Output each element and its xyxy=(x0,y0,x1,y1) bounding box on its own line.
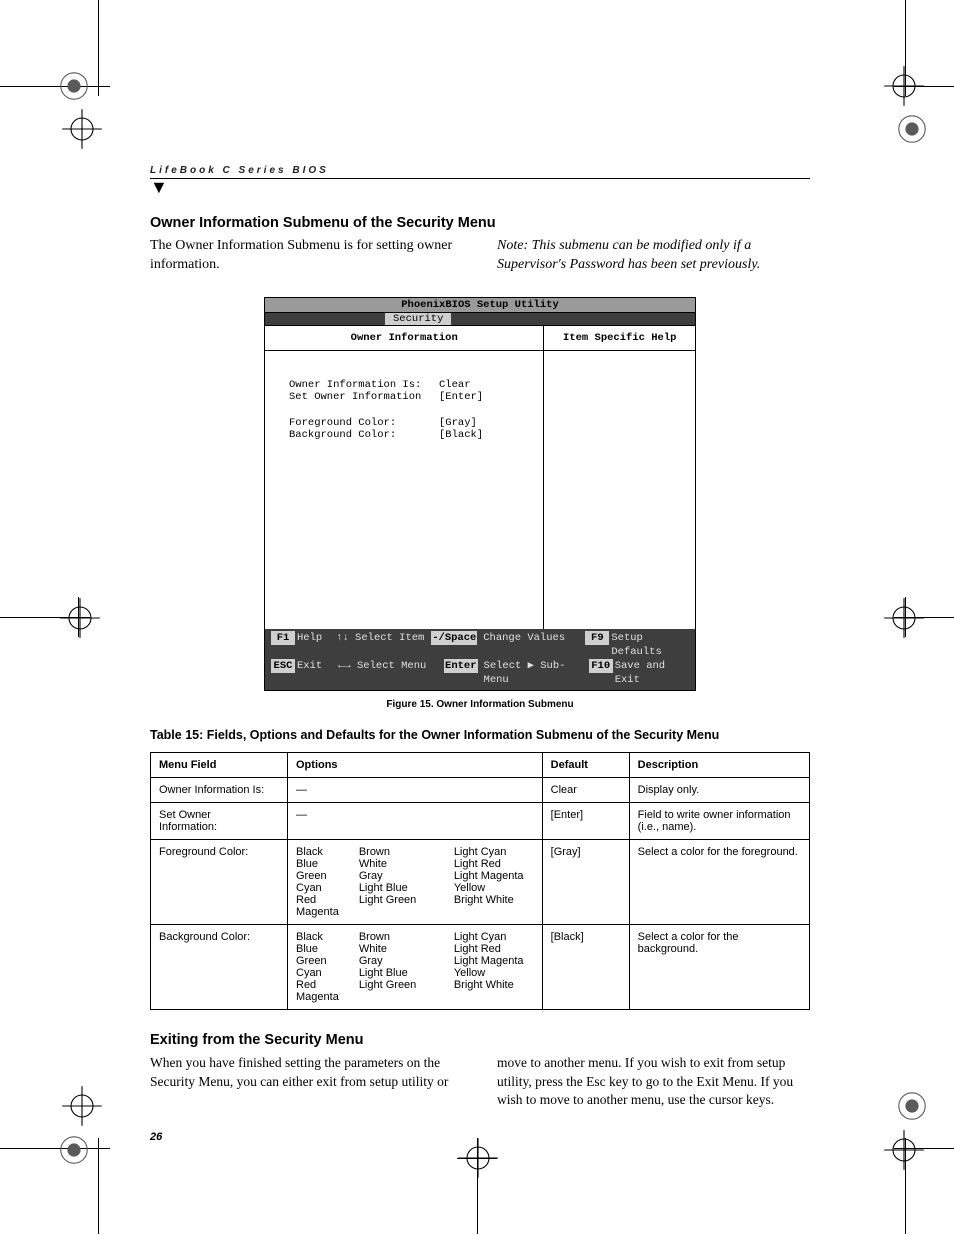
opts-col-b: Brown White Gray Light Blue Light Green xyxy=(359,931,416,1003)
opts-col-a: Black Blue Green Cyan Red Magenta xyxy=(296,931,339,1003)
cell-default: Clear xyxy=(542,778,629,803)
opts-col-b: Brown White Gray Light Blue Light Green xyxy=(359,846,416,918)
bios-key-f10: F10 xyxy=(589,659,613,673)
opts-col-c: Light Cyan Light Red Light Magenta Yello… xyxy=(446,840,542,925)
cell-options: Black Blue Green Cyan Red Magenta Brown … xyxy=(288,925,446,1010)
registration-mark-icon xyxy=(60,1084,104,1128)
bios-row: Foreground Color: [Gray] xyxy=(289,417,533,429)
cell-desc: Display only. xyxy=(629,778,809,803)
bios-hint: Change Values xyxy=(483,631,585,659)
bios-row: Owner Information Is: Clear xyxy=(289,379,533,391)
bios-field-label: Set Owner Information xyxy=(289,391,439,403)
running-head: LifeBook C Series BIOS xyxy=(150,165,810,179)
bios-left-header: Owner Information xyxy=(265,326,543,351)
cell-field: Foreground Color: xyxy=(151,840,288,925)
opts-col-c: Light Cyan Light Red Light Magenta Yello… xyxy=(446,925,542,1010)
registration-mark-icon xyxy=(882,1128,926,1172)
bios-key-space: -/Space xyxy=(431,631,477,645)
cell-options: — xyxy=(288,803,446,840)
table-row: Set Owner Information: — [Enter] Field t… xyxy=(151,803,810,840)
registration-mark-icon xyxy=(52,1128,96,1172)
bios-screenshot: PhoenixBIOS Setup Utility Security Owner… xyxy=(264,297,696,692)
cell-field: Set Owner Information: xyxy=(151,803,288,840)
bios-key-esc: ESC xyxy=(271,659,295,673)
intro-left: The Owner Information Submenu is for set… xyxy=(150,237,463,275)
cell-desc: Select a color for the background. xyxy=(629,925,809,1010)
bios-hint: ←→ Select Menu xyxy=(338,659,436,687)
cell-default: [Gray] xyxy=(542,840,629,925)
bios-field-value: [Black] xyxy=(439,429,483,441)
bios-tab-security: Security xyxy=(385,313,451,325)
registration-mark-icon xyxy=(882,596,926,640)
bios-row: Set Owner Information [Enter] xyxy=(289,391,533,403)
intro-note: Note: This submenu can be modified only … xyxy=(497,237,810,275)
th-description: Description xyxy=(629,753,809,778)
bios-hint: Save and Exit xyxy=(615,659,689,687)
cell-options: Black Blue Green Cyan Red Magenta Brown … xyxy=(288,840,446,925)
table-title: Table 15: Fields, Options and Defaults f… xyxy=(150,728,810,742)
table-row: Foreground Color: Black Blue Green Cyan … xyxy=(151,840,810,925)
figure-caption: Figure 15. Owner Information Submenu xyxy=(150,699,810,710)
bios-hint: ↑↓ Select Item xyxy=(336,631,431,659)
bios-field-value: [Enter] xyxy=(439,391,483,403)
cell-default: [Enter] xyxy=(542,803,629,840)
bios-key-label: Exit xyxy=(297,660,322,672)
registration-mark-icon xyxy=(52,64,96,108)
cell-options-b xyxy=(446,778,542,803)
cell-field: Owner Information Is: xyxy=(151,778,288,803)
bios-field-label: Foreground Color: xyxy=(289,417,439,429)
registration-mark-icon xyxy=(882,64,926,108)
section-title: Owner Information Submenu of the Securit… xyxy=(150,215,810,231)
exit-section-title: Exiting from the Security Menu xyxy=(150,1032,810,1048)
cell-options-b xyxy=(446,803,542,840)
cell-options: — xyxy=(288,778,446,803)
table-header-row: Menu Field Options Default Description xyxy=(151,753,810,778)
page-number: 26 xyxy=(150,1131,810,1143)
th-menu-field: Menu Field xyxy=(151,753,288,778)
section-marker-icon: ▼ xyxy=(150,183,810,191)
bios-row: Background Color: [Black] xyxy=(289,429,533,441)
bios-right-header: Item Specific Help xyxy=(544,326,695,351)
th-default: Default xyxy=(542,753,629,778)
bios-tabbar: Security xyxy=(265,313,695,326)
registration-mark-icon xyxy=(60,107,104,151)
opts-col-a: Black Blue Green Cyan Red Magenta xyxy=(296,846,339,918)
bios-hint: Select ▶ Sub-Menu xyxy=(484,659,589,687)
cell-default: [Black] xyxy=(542,925,629,1010)
bios-key-label: Help xyxy=(297,632,322,644)
bios-field-value: [Gray] xyxy=(439,417,477,429)
bios-key-enter: Enter xyxy=(444,659,478,673)
fields-table: Menu Field Options Default Description O… xyxy=(150,752,810,1010)
registration-mark-icon xyxy=(890,107,934,151)
cell-desc: Select a color for the foreground. xyxy=(629,840,809,925)
bios-hint: Setup Defaults xyxy=(611,631,689,659)
bios-key-f1: F1 xyxy=(271,631,295,645)
table-row: Background Color: Black Blue Green Cyan … xyxy=(151,925,810,1010)
bios-field-value: Clear xyxy=(439,379,471,391)
bios-footer: F1Help ↑↓ Select Item -/Space Change Val… xyxy=(265,629,695,691)
th-options: Options xyxy=(288,753,543,778)
bios-title: PhoenixBIOS Setup Utility xyxy=(265,298,695,313)
table-row: Owner Information Is: — Clear Display on… xyxy=(151,778,810,803)
bios-key-f9: F9 xyxy=(585,631,609,645)
registration-mark-icon xyxy=(890,1084,934,1128)
cell-field: Background Color: xyxy=(151,925,288,1010)
bios-field-label: Owner Information Is: xyxy=(289,379,439,391)
bios-field-label: Background Color: xyxy=(289,429,439,441)
exit-para-right: move to another menu. If you wish to exi… xyxy=(497,1054,810,1109)
registration-mark-icon xyxy=(58,596,102,640)
exit-para-left: When you have finished setting the param… xyxy=(150,1054,463,1109)
cell-desc: Field to write owner information (i.e., … xyxy=(629,803,809,840)
